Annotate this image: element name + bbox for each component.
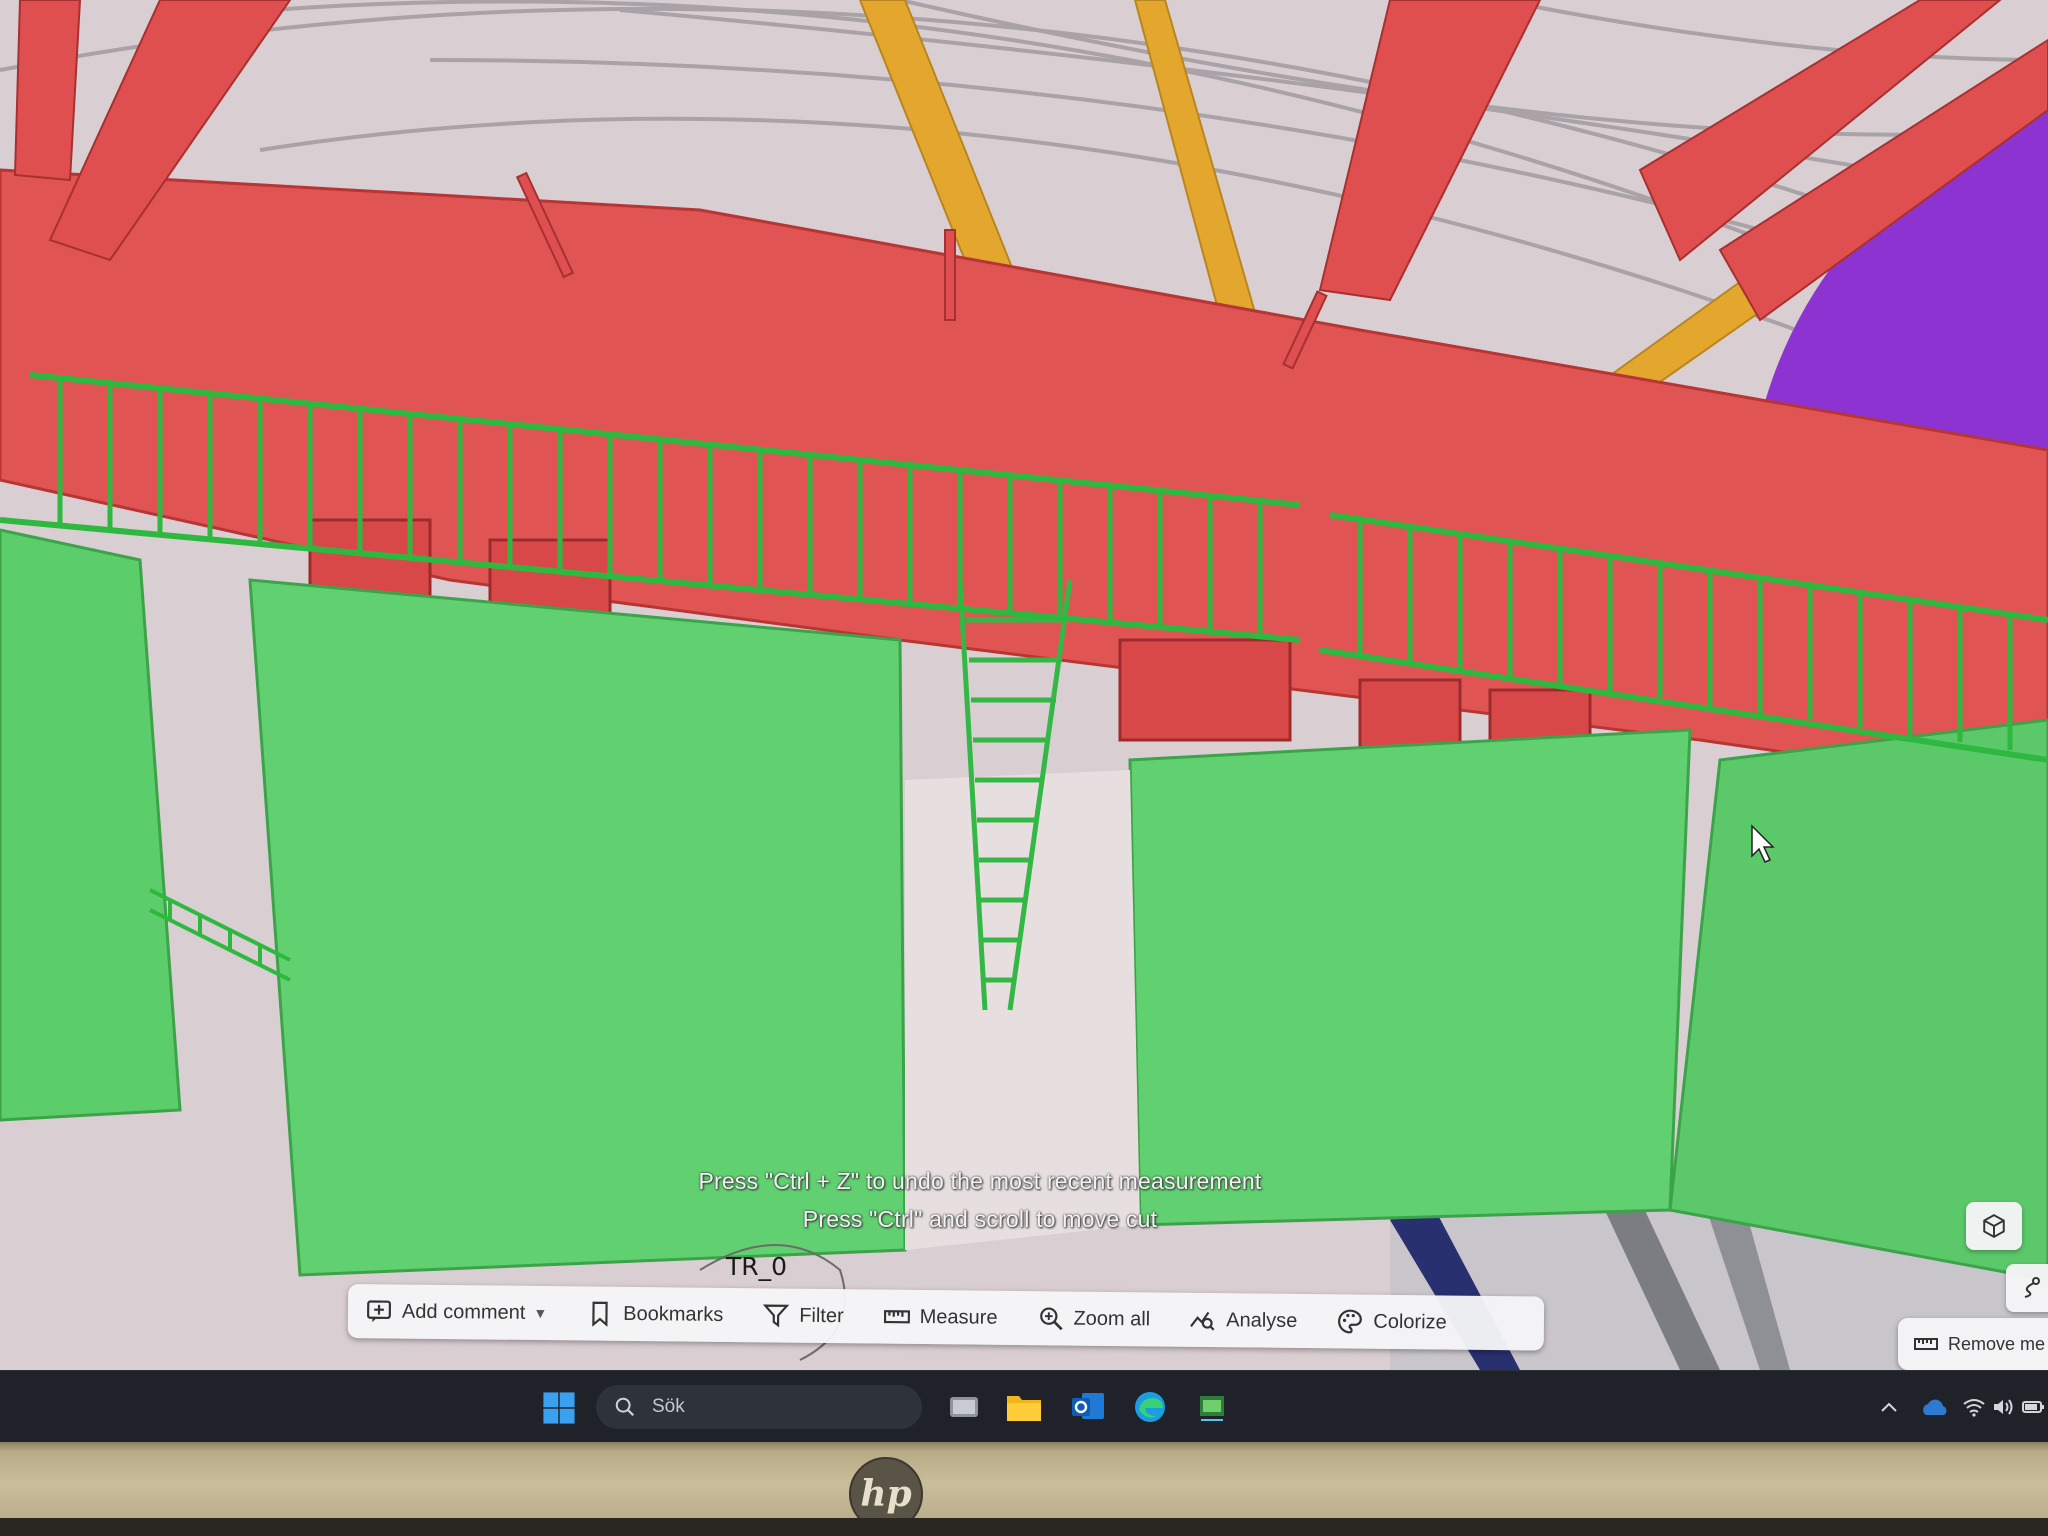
filter-icon bbox=[763, 1304, 790, 1328]
3d-viewport[interactable]: Press "Ctrl + Z" to undo the most recent… bbox=[0, 0, 2048, 1370]
add-comment-button[interactable]: Add comment ▼ bbox=[366, 1298, 548, 1326]
task-view-icon[interactable] bbox=[944, 1387, 984, 1427]
zoom-all-label: Zoom all bbox=[1073, 1307, 1151, 1330]
filter-label: Filter bbox=[799, 1304, 844, 1327]
ruler-icon bbox=[883, 1310, 910, 1324]
colorize-label: Colorize bbox=[1373, 1310, 1447, 1334]
bookmarks-button[interactable]: Bookmarks bbox=[587, 1301, 723, 1328]
svg-text:hp: hp bbox=[860, 1473, 911, 1515]
battery-icon[interactable] bbox=[2022, 1395, 2046, 1419]
palette-icon bbox=[1338, 1309, 1363, 1334]
search-input[interactable] bbox=[650, 1395, 884, 1419]
app-icon[interactable] bbox=[1192, 1387, 1232, 1427]
desk-edge bbox=[0, 1518, 2048, 1536]
bookmarks-label: Bookmarks bbox=[623, 1302, 724, 1326]
bookmark-icon bbox=[592, 1301, 608, 1327]
move-cut-hint: Press "Ctrl" and scroll to move cut bbox=[802, 1206, 1158, 1232]
chevron-up-icon[interactable] bbox=[1880, 1395, 1898, 1419]
zoom-all-button[interactable]: Zoom all bbox=[1037, 1305, 1150, 1332]
measure-button[interactable]: Measure bbox=[883, 1304, 998, 1331]
windows-taskbar bbox=[0, 1370, 2048, 1443]
measure-label: Measure bbox=[919, 1305, 998, 1329]
zoom-icon bbox=[1039, 1307, 1063, 1331]
ruler-icon bbox=[1914, 1338, 1938, 1350]
windows-start-icon[interactable] bbox=[540, 1391, 578, 1425]
add-comment-label: Add comment bbox=[401, 1300, 526, 1324]
search-icon bbox=[615, 1397, 635, 1417]
file-explorer-icon[interactable] bbox=[1004, 1387, 1044, 1427]
filter-button[interactable]: Filter bbox=[763, 1302, 844, 1329]
edge-icon[interactable] bbox=[1130, 1387, 1170, 1427]
volume-icon[interactable] bbox=[1992, 1395, 2016, 1419]
remove-measurement-label: Remove me bbox=[1948, 1333, 2046, 1354]
analyse-button[interactable]: Analyse bbox=[1190, 1307, 1297, 1334]
chevron-down-icon: ▼ bbox=[533, 1304, 548, 1322]
path-tool-icon bbox=[2024, 1277, 2040, 1298]
colorize-button[interactable]: Colorize bbox=[1337, 1308, 1447, 1335]
analyse-label: Analyse bbox=[1226, 1308, 1298, 1332]
wifi-icon[interactable] bbox=[1962, 1395, 1986, 1419]
onedrive-icon[interactable] bbox=[1920, 1395, 1950, 1419]
taskbar-search[interactable] bbox=[596, 1385, 922, 1429]
model-scene[interactable] bbox=[0, 0, 2048, 1370]
side-tool-button[interactable] bbox=[2006, 1264, 2048, 1312]
outlook-icon[interactable] bbox=[1068, 1387, 1108, 1427]
view-cube-button[interactable] bbox=[1966, 1202, 2022, 1250]
grid-label: TR_0 bbox=[726, 1252, 788, 1281]
remove-measurement-button[interactable]: Remove me bbox=[1898, 1318, 2048, 1370]
analyse-icon bbox=[1190, 1311, 1215, 1331]
add-comment-icon bbox=[367, 1300, 391, 1323]
undo-measurement-hint: Press "Ctrl + Z" to undo the most recent… bbox=[698, 1168, 1262, 1194]
cube-icon bbox=[1983, 1214, 2005, 1238]
